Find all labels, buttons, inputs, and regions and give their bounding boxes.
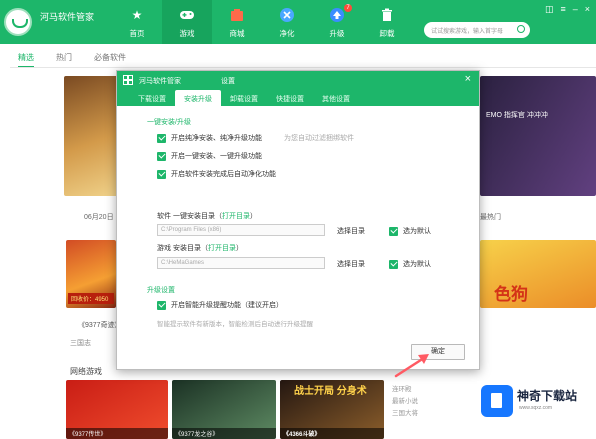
dialog-title: 河马软件管家 — [139, 78, 181, 85]
dialog-tabs: 下载设置 安装升级 卸载设置 快捷设置 其他设置 — [117, 90, 479, 106]
main-nav: ★ 首页 游戏 商城 净化 7 升级 卸载 — [112, 0, 412, 44]
upgrade-badge: 7 — [344, 4, 352, 12]
tab-shortcut-settings[interactable]: 快捷设置 — [267, 90, 313, 106]
tab-download-settings[interactable]: 下载设置 — [129, 90, 175, 106]
star-icon: ★ — [131, 8, 143, 22]
open-game-dir-link[interactable]: 打开目录 — [208, 245, 236, 252]
annotation-arrow-icon — [394, 354, 429, 378]
list-item[interactable]: 连环殿 — [392, 384, 418, 396]
side-list: 连环殿 最新小说 三国大将 — [392, 384, 418, 420]
game-banner-right[interactable]: EMO 指挥官 冲冲冲 — [480, 76, 596, 196]
list-item[interactable]: 三国大将 — [392, 408, 418, 420]
choose-software-dir-button[interactable]: 选择目录 — [337, 226, 365, 236]
tab-essentials[interactable]: 必备软件 — [94, 52, 126, 68]
close-icon[interactable]: × — [585, 4, 590, 15]
dialog-subtitle: 设置 — [221, 78, 235, 85]
hot-chip: 最热门 — [480, 214, 501, 221]
minimize-icon[interactable]: – — [573, 4, 578, 15]
app-grid-icon — [123, 75, 133, 85]
trash-icon — [378, 6, 396, 24]
list-item[interactable]: 最新小说 — [392, 396, 418, 408]
tab-other-settings[interactable]: 其他设置 — [313, 90, 359, 106]
clean-icon — [278, 6, 296, 24]
app-logo — [4, 8, 32, 36]
section-one-click-install: 一键安装/升级 — [147, 119, 191, 126]
checkbox-checked[interactable] — [157, 300, 166, 310]
window-controls: ◫ ≡ – × — [545, 4, 590, 15]
net-game-3[interactable]: 战士开局 分身术 《4366斗破》 — [280, 380, 384, 439]
game-dir-input[interactable]: C:\HeMaGames — [157, 257, 325, 269]
skin-icon[interactable]: ◫ — [545, 4, 554, 15]
upgrade-description: 智能提示软件有新版本，智能检测后自动进行升级提醒 — [157, 321, 313, 328]
net-game-2[interactable]: 《9377龙之谷》 — [172, 380, 276, 439]
tab-featured[interactable]: 精选 — [18, 52, 34, 68]
option-smart-upgrade[interactable]: 开启智能升级提醒功能（建议开启） — [157, 300, 283, 310]
dialog-close-icon[interactable]: × — [465, 73, 471, 85]
software-dir-label: 软件 一键安装目录（打开目录） — [157, 213, 257, 220]
checkbox-checked[interactable] — [157, 151, 166, 161]
app-title: 河马软件管家 — [40, 12, 95, 22]
date-chip: 06月20日 — [84, 214, 114, 221]
game-card-2[interactable]: 色狗 — [480, 240, 596, 308]
checkbox-checked[interactable] — [389, 226, 398, 236]
tab-hot[interactable]: 热门 — [56, 52, 72, 68]
menu-icon[interactable]: ≡ — [560, 4, 565, 15]
watermark-logo — [481, 385, 513, 417]
set-default-game-dir[interactable]: 选为默认 — [389, 259, 431, 269]
checkbox-checked[interactable] — [389, 259, 398, 269]
section-upgrade-settings: 升级设置 — [147, 287, 175, 294]
shop-icon — [228, 6, 246, 24]
section-title-net-games: 网络游戏 — [70, 367, 102, 376]
nav-shop[interactable]: 商城 — [212, 0, 262, 44]
option-one-click-install[interactable]: 开启一键安装、一键升级功能 — [157, 151, 262, 161]
dialog-header: 河马软件管家 设置 × — [117, 71, 479, 90]
game-card-1[interactable]: 回收价：4950 — [66, 240, 116, 308]
top-bar: 河马软件管家 ★ 首页 游戏 商城 净化 7 升级 卸载 试试搜索游戏，输入首字… — [0, 0, 596, 44]
divider — [10, 67, 596, 68]
sub-tabs: 精选 热门 必备软件 — [18, 52, 126, 68]
choose-game-dir-button[interactable]: 选择目录 — [337, 259, 365, 269]
watermark-url: www.sqxz.com — [519, 405, 553, 411]
search-icon[interactable] — [517, 25, 525, 33]
tab-uninstall-settings[interactable]: 卸载设置 — [221, 90, 267, 106]
game-banner-left[interactable] — [64, 76, 120, 196]
game-dir-label: 游戏 安装目录（打开目录） — [157, 245, 243, 252]
nav-upgrade[interactable]: 7 升级 — [312, 0, 362, 44]
settings-dialog: 河马软件管家 设置 × 下载设置 安装升级 卸载设置 快捷设置 其他设置 一键安… — [116, 70, 480, 370]
net-game-1[interactable]: 《9377传世》 — [66, 380, 168, 439]
recycle-price: 回收价：4950 — [68, 293, 114, 304]
nav-clean[interactable]: 净化 — [262, 0, 312, 44]
gamepad-icon — [178, 6, 196, 24]
option-auto-clean[interactable]: 开启软件安装完成后自动净化功能 — [157, 169, 276, 179]
checkbox-checked[interactable] — [157, 133, 166, 143]
search-input[interactable]: 试试搜索游戏，输入首字母 — [424, 22, 530, 38]
game-name-2[interactable]: 三国志 — [70, 338, 91, 348]
tab-install-upgrade[interactable]: 安装升级 — [175, 90, 221, 106]
set-default-software-dir[interactable]: 选为默认 — [389, 226, 431, 236]
watermark-name: 神奇下载站 — [517, 389, 578, 403]
option-pure-install[interactable]: 开启纯净安装、纯净升级功能 为您自动过滤捆绑软件 — [157, 133, 354, 143]
site-watermark: 神奇下载站 www.sqxz.com — [477, 381, 596, 439]
open-software-dir-link[interactable]: 打开目录 — [222, 213, 250, 220]
nav-uninstall[interactable]: 卸载 — [362, 0, 412, 44]
nav-home[interactable]: ★ 首页 — [112, 0, 162, 44]
checkbox-checked[interactable] — [157, 169, 166, 179]
software-dir-input[interactable]: C:\Program Files (x86) — [157, 224, 325, 236]
nav-games[interactable]: 游戏 — [162, 0, 212, 44]
